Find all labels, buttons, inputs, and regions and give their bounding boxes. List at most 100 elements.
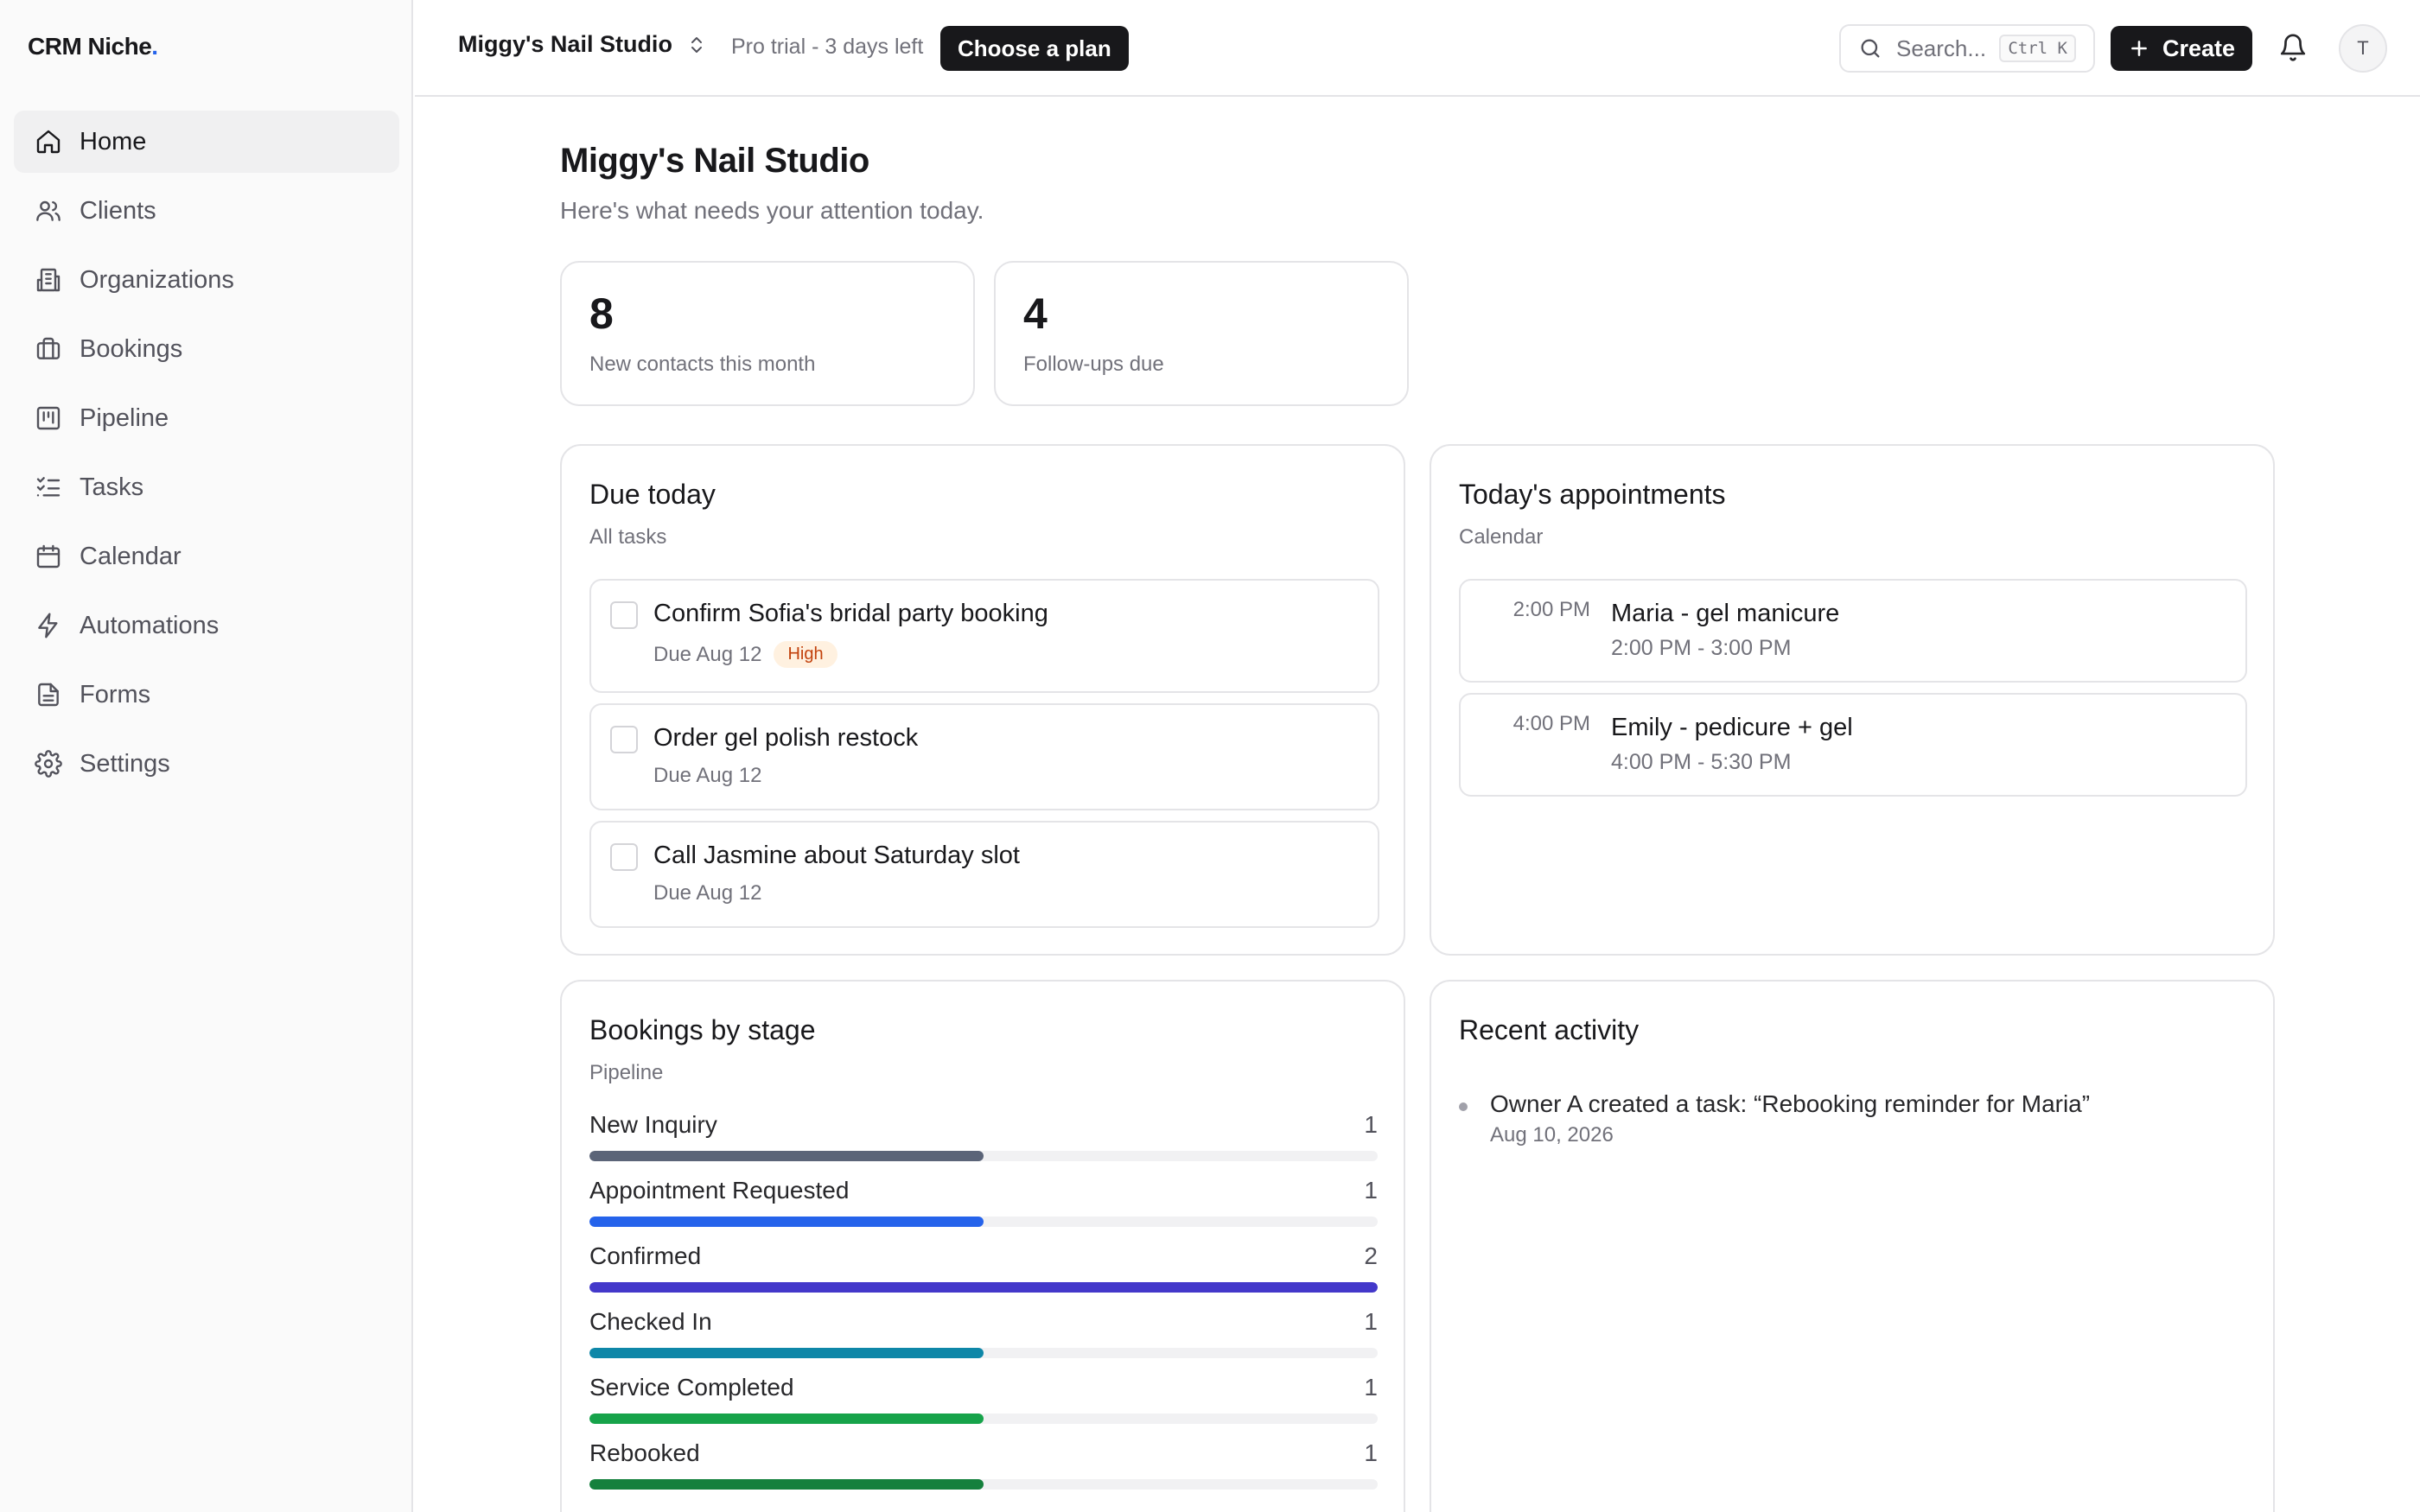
sidebar: CRM Niche. Home Clients Organizations Bo… <box>0 0 413 1512</box>
file-text-icon <box>38 683 59 707</box>
appointment-item[interactable]: 2:00 PM Maria - gel manicure 2:00 PM - 3… <box>1459 579 2247 683</box>
sidebar-item-pipeline[interactable]: Pipeline <box>14 387 399 449</box>
stage-row[interactable]: Appointment Requested 1 <box>589 1177 1378 1234</box>
chevrons-up-down-icon <box>691 36 702 53</box>
task-item[interactable]: Order gel polish restock Due Aug 12 <box>589 703 1379 810</box>
stage-bar-track <box>589 1479 1378 1490</box>
home-icon <box>36 130 60 154</box>
sidebar-item-settings[interactable]: Settings <box>14 733 399 795</box>
sidebar-item-label: Automations <box>80 611 220 639</box>
trial-status: Pro trial - 3 days left <box>731 35 924 59</box>
stat-label: Follow-ups due <box>1023 353 1164 376</box>
card-title: Recent activity <box>1459 1014 1640 1045</box>
stage-bar-track <box>589 1348 1378 1358</box>
task-title: Call Jasmine about Saturday slot <box>653 842 1020 869</box>
card-subtitle: Calendar <box>1459 525 1544 549</box>
search-shortcut: Ctrl K <box>1999 35 2076 62</box>
users-icon <box>36 200 60 221</box>
gear-icon <box>35 750 62 778</box>
appointment-time: 2:00 PM <box>1512 598 1590 621</box>
sidebar-item-label: Home <box>80 127 147 156</box>
task-checkbox[interactable] <box>610 843 638 871</box>
task-due-date: Due Aug 12 <box>653 881 762 905</box>
activity-date: Aug 10, 2026 <box>1490 1123 1614 1147</box>
recent-activity-card: Recent activity Owner A created a task: … <box>1430 980 2275 1512</box>
sidebar-item-organizations[interactable]: Organizations <box>14 249 399 311</box>
page-title: Miggy's Nail Studio <box>560 142 869 180</box>
stage-bar-track <box>589 1282 1378 1293</box>
task-due-date: Due Aug 12 <box>653 764 762 787</box>
stage-row[interactable]: Checked In 1 <box>589 1308 1378 1365</box>
task-due-date: Due Aug 12 <box>653 643 762 666</box>
sidebar-item-tasks[interactable]: Tasks <box>14 456 399 518</box>
stat-card-new-contacts: 8 New contacts this month <box>560 261 975 406</box>
stage-count: 1 <box>1364 1439 1378 1466</box>
appointment-range: 4:00 PM - 5:30 PM <box>1611 750 1792 774</box>
stage-bar-fill <box>589 1348 984 1358</box>
logo-dot: . <box>151 33 158 60</box>
stage-bar-track <box>589 1414 1378 1424</box>
list-checks-icon <box>36 477 60 497</box>
stage-name: Rebooked <box>589 1439 700 1466</box>
appointment-title: Maria - gel manicure <box>1611 600 1840 627</box>
stage-bar-fill <box>589 1217 984 1227</box>
task-title: Confirm Sofia's bridal party booking <box>653 600 1048 627</box>
stat-label: New contacts this month <box>589 353 816 376</box>
sidebar-item-label: Tasks <box>80 473 144 501</box>
search-icon <box>1861 39 1880 58</box>
appointment-item[interactable]: 4:00 PM Emily - pedicure + gel 4:00 PM -… <box>1459 693 2247 797</box>
stage-row[interactable]: Confirmed 2 <box>589 1242 1378 1299</box>
sidebar-item-forms[interactable]: Forms <box>14 664 399 726</box>
stage-count: 1 <box>1364 1308 1378 1335</box>
sidebar-nav: Home Clients Organizations Bookings Pipe… <box>14 111 399 802</box>
stage-bar-fill <box>589 1479 984 1490</box>
activity-text: Owner A created a task: “Rebooking remin… <box>1490 1090 2091 1117</box>
activity-bullet <box>1459 1102 1468 1111</box>
stage-count: 1 <box>1364 1177 1378 1204</box>
stage-count: 1 <box>1364 1374 1378 1401</box>
due-today-card: Due today All tasks Confirm Sofia's brid… <box>560 444 1405 956</box>
kanban-icon <box>36 406 60 430</box>
search-input[interactable]: Search... Ctrl K <box>1839 24 2095 73</box>
sidebar-item-label: Settings <box>80 749 170 778</box>
zap-icon <box>38 613 58 638</box>
task-item[interactable]: Confirm Sofia's bridal party booking Due… <box>589 579 1379 693</box>
appointment-range: 2:00 PM - 3:00 PM <box>1611 636 1792 660</box>
appointments-card: Today's appointments Calendar 2:00 PM Ma… <box>1430 444 2275 956</box>
briefcase-icon <box>36 337 60 359</box>
priority-badge: High <box>774 641 837 668</box>
sidebar-item-calendar[interactable]: Calendar <box>14 525 399 588</box>
stat-value: 8 <box>589 289 614 338</box>
workspace-switcher[interactable]: Miggy's Nail Studio <box>458 31 707 58</box>
card-title: Today's appointments <box>1459 479 1726 510</box>
stat-card-follow-ups: 4 Follow-ups due <box>994 261 1409 406</box>
stage-count: 2 <box>1364 1242 1378 1269</box>
sidebar-item-label: Forms <box>80 680 151 708</box>
task-title: Order gel polish restock <box>653 724 919 752</box>
create-button[interactable]: Create <box>2111 26 2252 71</box>
stage-bar-fill <box>589 1414 984 1424</box>
task-checkbox[interactable] <box>610 726 638 753</box>
stage-bar-track <box>589 1217 1378 1227</box>
user-avatar[interactable]: T <box>2339 24 2387 73</box>
sidebar-item-label: Organizations <box>80 265 234 294</box>
stage-row[interactable]: Rebooked 1 <box>589 1439 1378 1496</box>
search-placeholder: Search... <box>1896 35 1987 61</box>
sidebar-item-bookings[interactable]: Bookings <box>14 318 399 380</box>
bookings-by-stage-card: Bookings by stage Pipeline New Inquiry 1 A… <box>560 980 1405 1512</box>
task-item[interactable]: Call Jasmine about Saturday slot Due Aug… <box>589 821 1379 928</box>
stage-bar-fill <box>589 1282 1378 1293</box>
stage-name: Appointment Requested <box>589 1177 850 1204</box>
choose-plan-button[interactable]: Choose a plan <box>940 26 1129 71</box>
stage-row[interactable]: New Inquiry 1 <box>589 1111 1378 1168</box>
sidebar-item-clients[interactable]: Clients <box>14 180 399 242</box>
sidebar-item-automations[interactable]: Automations <box>14 594 399 657</box>
stage-name: New Inquiry <box>589 1111 717 1138</box>
card-subtitle: Pipeline <box>589 1061 664 1084</box>
card-title: Bookings by stage <box>589 1014 816 1045</box>
task-checkbox[interactable] <box>610 601 638 629</box>
sidebar-item-home[interactable]: Home <box>14 111 399 173</box>
app-logo[interactable]: CRM Niche. <box>28 33 158 60</box>
stage-row[interactable]: Service Completed 1 <box>589 1374 1378 1431</box>
bell-icon[interactable] <box>2278 33 2308 62</box>
